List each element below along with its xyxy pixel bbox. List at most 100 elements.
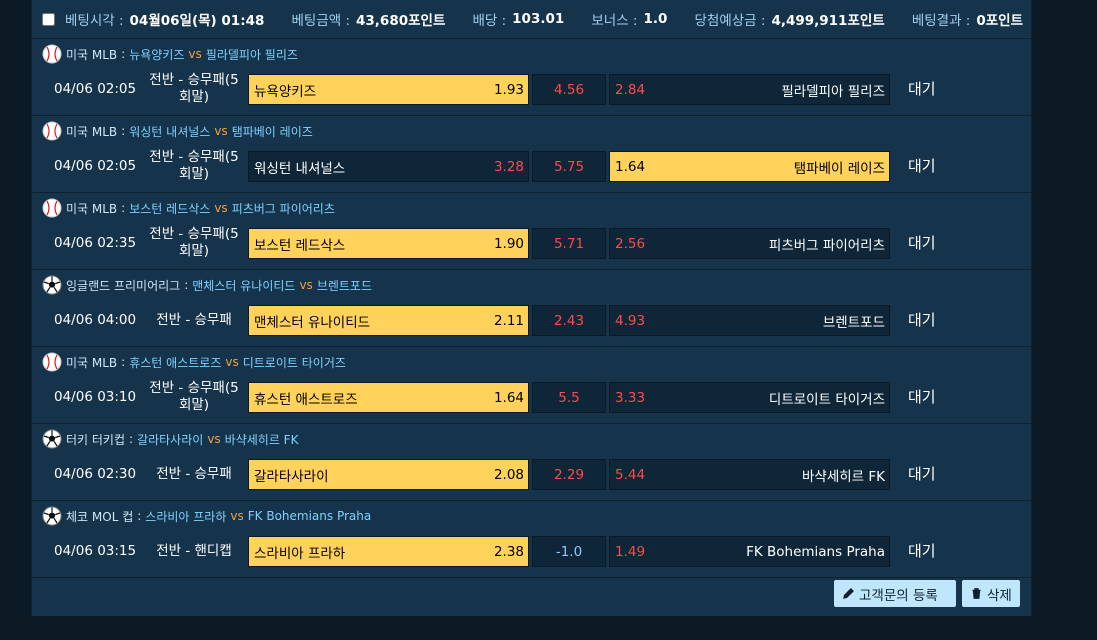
league-separator: : bbox=[121, 201, 126, 215]
home-odds: 1.90 bbox=[493, 235, 524, 252]
away-team-name: 디트로이트 타이거즈 bbox=[768, 391, 885, 408]
bet-result: 베팅결과 : 0포인트 bbox=[912, 9, 1023, 29]
home-odds-cell[interactable]: 스라비아 프라하 2.38 bbox=[248, 536, 529, 567]
draw-odds-cell[interactable]: 2.43 bbox=[532, 305, 606, 336]
away-odds-cell[interactable]: 2.84 필라델피아 필리즈 bbox=[609, 74, 890, 105]
away-odds-cell[interactable]: 1.49 FK Bohemians Praha bbox=[609, 536, 890, 567]
game-row: 미국 MLB : 휴스턴 애스트로즈 vs 디트로이트 타이거즈 04/06 0… bbox=[32, 347, 1031, 424]
league-away-team: 피츠버그 파이어리츠 bbox=[231, 201, 335, 216]
game-status: 대기 bbox=[908, 80, 936, 98]
home-odds-cell[interactable]: 맨체스터 유나이티드 2.11 bbox=[248, 305, 529, 336]
game-list: 미국 MLB : 뉴욕양키즈 vs 필라델피아 필리즈 04/06 02:05 … bbox=[32, 39, 1031, 578]
home-team-name: 스라비아 프라하 bbox=[254, 545, 346, 562]
vs-label: vs bbox=[299, 278, 313, 292]
away-odds-cell[interactable]: 3.33 디트로이트 타이거즈 bbox=[609, 382, 890, 413]
expected-win: 당첨예상금 : 4,499,911포인트 bbox=[694, 9, 884, 29]
draw-odds-cell[interactable]: 4.56 bbox=[532, 74, 606, 105]
bet-actions: 고객문의 등록 삭제 bbox=[32, 573, 1031, 616]
bet-time-value: 04월06일(목) 01:48 bbox=[129, 13, 265, 29]
draw-odds-cell[interactable]: 5.71 bbox=[532, 228, 606, 259]
away-odds-cell[interactable]: 1.64 탬파베이 레이즈 bbox=[609, 151, 890, 182]
vs-label: vs bbox=[207, 432, 221, 446]
home-odds-cell[interactable]: 보스턴 레드삭스 1.90 bbox=[248, 228, 529, 259]
league-home-team: 뉴욕양키즈 bbox=[129, 47, 185, 62]
home-odds: 2.08 bbox=[493, 466, 524, 483]
home-odds-cell[interactable]: 갈라타사라이 2.08 bbox=[248, 459, 529, 490]
draw-odds: 5.75 bbox=[553, 158, 585, 175]
home-odds-cell[interactable]: 휴스턴 애스트로즈 1.64 bbox=[248, 382, 529, 413]
game-status: 대기 bbox=[908, 157, 936, 175]
soccer-ball-icon bbox=[42, 429, 62, 449]
pencil-icon bbox=[843, 588, 854, 599]
home-odds: 1.64 bbox=[493, 389, 524, 406]
league-away-team: 바샥세히르 FK bbox=[224, 432, 299, 447]
league-line: 미국 MLB : 뉴욕양키즈 vs 필라델피아 필리즈 bbox=[42, 43, 298, 65]
soccer-ball-icon bbox=[42, 506, 62, 526]
draw-odds: 2.29 bbox=[553, 466, 585, 483]
game-row: 터키 터키컵 : 갈라타사라이 vs 바샥세히르 FK 04/06 02:30 … bbox=[32, 424, 1031, 501]
home-odds-cell[interactable]: 워싱턴 내셔널스 3.28 bbox=[248, 151, 529, 182]
baseball-icon bbox=[42, 121, 62, 141]
league-home-team: 워싱턴 내셔널스 bbox=[129, 124, 211, 139]
league-away-team: 디트로이트 타이거즈 bbox=[242, 355, 346, 370]
bet-odds: 배당 : 103.01 bbox=[472, 9, 564, 29]
away-team-name: 필라델피아 필리즈 bbox=[781, 83, 885, 100]
home-team-name: 보스턴 레드삭스 bbox=[254, 237, 346, 254]
market-type: 전반 - 승무패 bbox=[156, 465, 232, 482]
game-time: 04/06 03:10 bbox=[54, 389, 137, 405]
draw-odds-cell[interactable]: -1.0 bbox=[532, 536, 606, 567]
away-odds-cell[interactable]: 5.44 바샥세히르 FK bbox=[609, 459, 890, 490]
league-line: 미국 MLB : 워싱턴 내셔널스 vs 탬파베이 레이즈 bbox=[42, 120, 313, 142]
draw-odds-cell[interactable]: 2.29 bbox=[532, 459, 606, 490]
away-team-name: FK Bohemians Praha bbox=[746, 543, 885, 560]
game-row: 체코 MOL 컵 : 스라비아 프라하 vs FK Bohemians Prah… bbox=[32, 501, 1031, 578]
away-odds-cell[interactable]: 4.93 브렌트포드 bbox=[609, 305, 890, 336]
league-separator: : bbox=[137, 509, 142, 523]
vs-label: vs bbox=[188, 47, 202, 61]
delete-button[interactable]: 삭제 bbox=[962, 580, 1020, 607]
draw-odds-cell[interactable]: 5.75 bbox=[532, 151, 606, 182]
away-team-name: 탬파베이 레이즈 bbox=[793, 160, 885, 177]
league-name: 미국 MLB bbox=[66, 355, 118, 370]
game-time: 04/06 02:35 bbox=[54, 235, 137, 251]
expected-win-label: 당첨예상금 : bbox=[694, 13, 766, 29]
draw-odds-cell[interactable]: 5.5 bbox=[532, 382, 606, 413]
bet-line: 04/06 02:05 전반 - 승무패(5회말) 워싱턴 내셔널스 3.28 … bbox=[32, 149, 1031, 183]
away-odds: 1.49 bbox=[615, 543, 646, 560]
league-separator: : bbox=[184, 278, 189, 292]
draw-odds: -1.0 bbox=[555, 543, 583, 560]
select-bet-checkbox[interactable] bbox=[42, 12, 55, 26]
away-odds-cell[interactable]: 2.56 피츠버그 파이어리츠 bbox=[609, 228, 890, 259]
game-time: 04/06 04:00 bbox=[54, 312, 137, 328]
league-home-team: 갈라타사라이 bbox=[137, 432, 204, 447]
game-row: 잉글랜드 프리미어리그 : 맨체스터 유나이티드 vs 브렌트포드 04/06 … bbox=[32, 270, 1031, 347]
league-line: 미국 MLB : 휴스턴 애스트로즈 vs 디트로이트 타이거즈 bbox=[42, 351, 346, 373]
league-separator: : bbox=[121, 124, 126, 138]
league-line: 체코 MOL 컵 : 스라비아 프라하 vs FK Bohemians Prah… bbox=[42, 505, 371, 527]
bet-amount-label: 베팅금액 : bbox=[291, 13, 351, 29]
league-away-team: FK Bohemians Praha bbox=[247, 509, 372, 523]
league-away-team: 필라델피아 필리즈 bbox=[205, 47, 298, 62]
game-status: 대기 bbox=[908, 311, 936, 329]
vs-label: vs bbox=[214, 201, 228, 215]
bet-time-label: 베팅시각 : bbox=[65, 13, 124, 29]
home-odds-cell[interactable]: 뉴욕양키즈 1.93 bbox=[248, 74, 529, 105]
bet-bonus: 보너스 : 1.0 bbox=[591, 9, 667, 29]
home-team-name: 맨체스터 유나이티드 bbox=[254, 314, 371, 331]
bet-result-label: 베팅결과 : bbox=[911, 13, 971, 29]
league-name: 미국 MLB bbox=[66, 201, 118, 216]
bet-odds-value: 103.01 bbox=[512, 11, 565, 27]
bet-summary-bar: 베팅시각 : 04월06일(목) 01:48 베팅금액 : 43,680포인트 … bbox=[32, 0, 1031, 39]
league-separator: : bbox=[129, 432, 134, 446]
home-odds: 2.11 bbox=[493, 312, 524, 329]
away-odds: 5.44 bbox=[615, 466, 646, 483]
home-odds: 3.28 bbox=[493, 158, 524, 175]
bet-time: 베팅시각 : 04월06일(목) 01:48 bbox=[40, 9, 264, 29]
register-inquiry-button[interactable]: 고객문의 등록 bbox=[834, 580, 956, 607]
bet-line: 04/06 03:10 전반 - 승무패(5회말) 휴스턴 애스트로즈 1.64… bbox=[32, 380, 1031, 414]
away-team-name: 바샥세히르 FK bbox=[801, 468, 885, 485]
league-name: 터키 터키컵 bbox=[66, 432, 126, 447]
bet-line: 04/06 04:00 전반 - 승무패 맨체스터 유나이티드 2.11 2.4… bbox=[32, 303, 1031, 337]
home-odds: 2.38 bbox=[493, 543, 524, 560]
league-name: 잉글랜드 프리미어리그 bbox=[66, 278, 181, 293]
